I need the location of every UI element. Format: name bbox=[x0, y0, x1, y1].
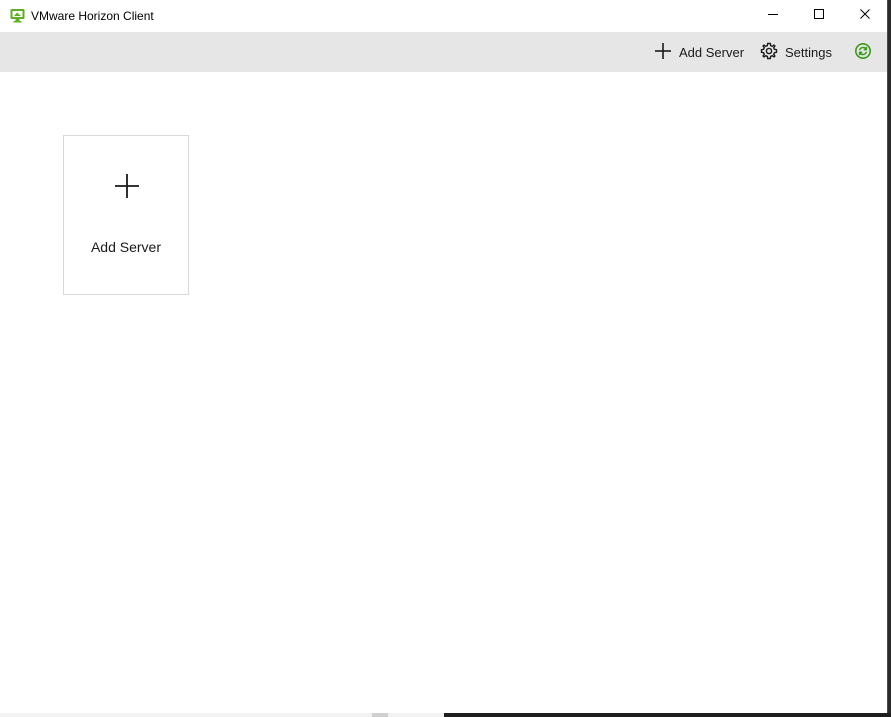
horizon-client-window: VMware Horizon Client Add Server Setting… bbox=[0, 0, 888, 713]
add-server-tile-label: Add Server bbox=[90, 239, 162, 255]
maximize-icon bbox=[813, 7, 825, 25]
toolbar-add-server-button[interactable]: Add Server bbox=[654, 32, 744, 72]
background-divider bbox=[372, 713, 388, 717]
background-dark-panel bbox=[444, 713, 891, 717]
add-server-label: Add Server bbox=[679, 44, 745, 60]
plus-icon bbox=[654, 42, 679, 63]
window-title: VMware Horizon Client bbox=[31, 9, 154, 23]
plus-icon bbox=[114, 173, 140, 199]
settings-label: Settings bbox=[785, 44, 832, 60]
toolbar: Add Server Settings bbox=[0, 32, 887, 72]
minimize-icon bbox=[767, 7, 779, 25]
title-bar[interactable]: VMware Horizon Client bbox=[0, 0, 887, 32]
toolbar-settings-button[interactable]: Settings bbox=[760, 32, 832, 72]
gear-icon bbox=[760, 42, 785, 63]
minimize-button[interactable] bbox=[750, 0, 796, 32]
vmware-horizon-icon bbox=[10, 8, 25, 23]
close-icon bbox=[859, 7, 871, 25]
maximize-button[interactable] bbox=[796, 0, 842, 32]
server-list-area: Add Server bbox=[0, 72, 887, 713]
refresh-icon bbox=[854, 42, 879, 63]
background-window-strip bbox=[0, 713, 891, 717]
toolbar-refresh-button[interactable] bbox=[854, 32, 879, 72]
add-server-tile[interactable]: Add Server bbox=[63, 135, 189, 295]
close-button[interactable] bbox=[842, 0, 887, 32]
